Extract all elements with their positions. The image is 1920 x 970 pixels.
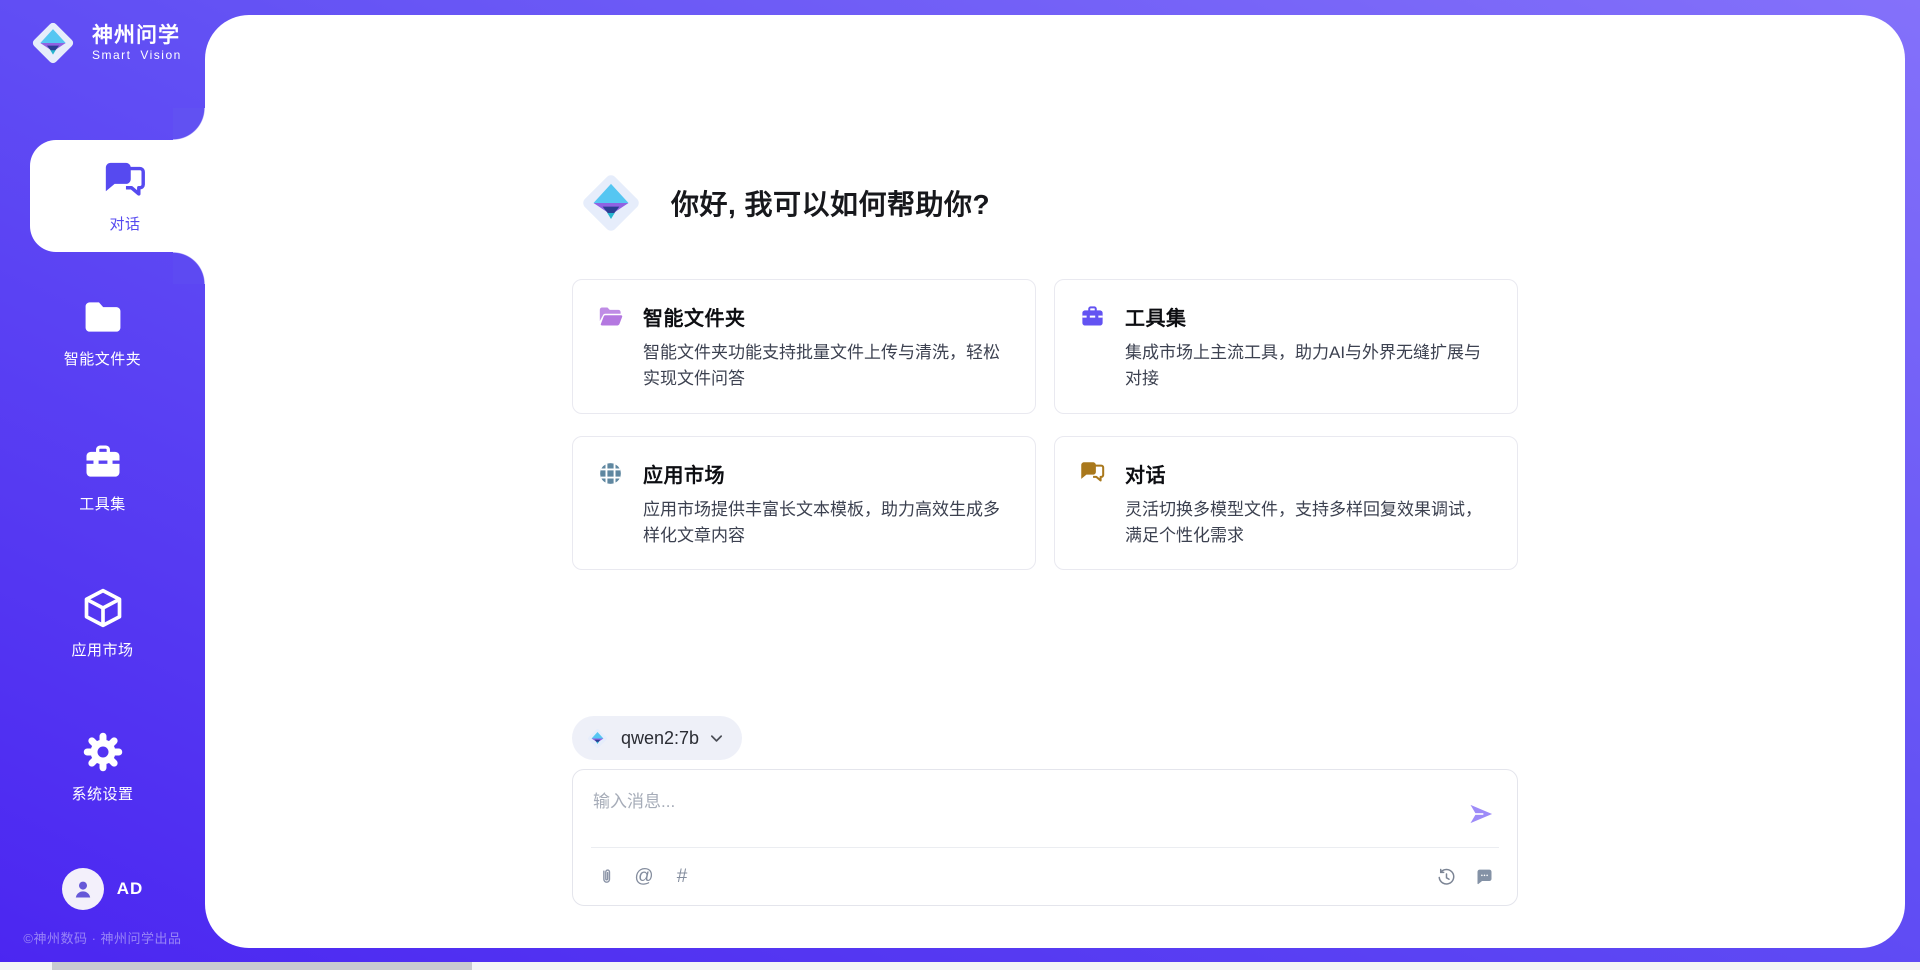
card-title: 工具集 xyxy=(1125,302,1187,331)
card-header: 智能文件夹 xyxy=(597,302,1011,331)
sidebar-item-toolset[interactable]: 工具集 xyxy=(0,440,205,514)
chat-bubble-icon xyxy=(1474,867,1495,888)
sidebar-item-label: 工具集 xyxy=(79,493,126,514)
card-description: 智能文件夹功能支持批量文件上传与清洗，轻松实现文件问答 xyxy=(597,340,1011,393)
feature-cards: 智能文件夹 智能文件夹功能支持批量文件上传与清洗，轻松实现文件问答 工具集 集成… xyxy=(572,279,1518,570)
main-content: 你好, 我可以如何帮助你? 智能文件夹 智能文件夹功能支持批量文件上传与清洗，轻… xyxy=(205,15,1905,948)
history-icon xyxy=(1436,867,1457,888)
paperclip-icon xyxy=(596,867,617,888)
app-window: 神州问学 Smart Vision 对话 智能文件夹 工具集 应用市场 系统设置 xyxy=(0,0,1920,970)
user-name: AD xyxy=(117,879,144,899)
folder-icon xyxy=(81,295,125,339)
brand-diamond-icon xyxy=(24,14,82,72)
hashtag-button[interactable]: # xyxy=(669,864,695,890)
hash-icon: # xyxy=(677,866,688,888)
card-title: 应用市场 xyxy=(643,459,725,488)
brand-logo: 神州问学 Smart Vision xyxy=(24,14,182,72)
model-diamond-icon xyxy=(584,725,611,752)
send-button[interactable] xyxy=(1467,800,1495,828)
card-title: 智能文件夹 xyxy=(643,302,746,331)
avatar xyxy=(62,868,104,910)
model-selector[interactable]: qwen2:7b xyxy=(572,716,742,760)
attach-file-button[interactable] xyxy=(593,864,619,890)
card-title: 对话 xyxy=(1125,459,1166,488)
assistant-diamond-icon xyxy=(571,163,651,243)
sidebar-item-label: 智能文件夹 xyxy=(64,348,142,369)
card-description: 集成市场上主流工具，助力AI与外界无缝扩展与对接 xyxy=(1079,340,1493,393)
brand-subtitle: Smart Vision xyxy=(92,48,182,62)
chat-icon xyxy=(102,159,148,205)
sidebar-item-label: 对话 xyxy=(109,213,140,234)
at-icon: @ xyxy=(634,866,653,888)
card-description: 灵活切换多模型文件，支持多样回复效果调试，满足个性化需求 xyxy=(1079,497,1493,550)
chat-icon xyxy=(1079,460,1106,487)
conversation-button[interactable] xyxy=(1471,864,1497,890)
send-icon xyxy=(1467,800,1495,828)
brand-text: 神州问学 Smart Vision xyxy=(92,24,182,62)
copyright-text: ©神州数码 · 神州问学出品 xyxy=(0,928,205,947)
toolbox-icon xyxy=(81,440,125,484)
message-input[interactable] xyxy=(573,770,1433,844)
welcome-greeting: 你好, 我可以如何帮助你? xyxy=(671,183,990,223)
sidebar-item-label: 应用市场 xyxy=(71,639,133,660)
welcome-header: 你好, 我可以如何帮助你? xyxy=(571,163,990,243)
card-header: 工具集 xyxy=(1079,302,1493,331)
person-icon xyxy=(71,877,95,901)
model-name: qwen2:7b xyxy=(621,728,699,749)
sidebar-item-settings[interactable]: 系统设置 xyxy=(0,730,205,804)
folder-open-icon xyxy=(597,303,624,330)
feature-card-smart-folder[interactable]: 智能文件夹 智能文件夹功能支持批量文件上传与清洗，轻松实现文件问答 xyxy=(572,279,1036,414)
toolbox-icon xyxy=(1079,303,1106,330)
message-composer: @ # xyxy=(572,769,1518,906)
brand-name: 神州问学 xyxy=(92,24,182,48)
sidebar-item-chat[interactable]: 对话 xyxy=(30,140,220,252)
cube-icon xyxy=(81,586,125,630)
card-header: 对话 xyxy=(1079,459,1493,488)
sidebar-item-smart-folder[interactable]: 智能文件夹 xyxy=(0,295,205,369)
scrollbar-thumb[interactable] xyxy=(52,962,472,970)
card-header: 应用市场 xyxy=(597,459,1011,488)
feature-card-app-market[interactable]: 应用市场 应用市场提供丰富长文本模板，助力高效生成多样化文章内容 xyxy=(572,436,1036,571)
composer-toolbar: @ # xyxy=(573,848,1517,906)
feature-card-chat[interactable]: 对话 灵活切换多模型文件，支持多样回复效果调试，满足个性化需求 xyxy=(1054,436,1518,571)
chevron-down-icon xyxy=(709,731,724,746)
sidebar: 神州问学 Smart Vision 对话 智能文件夹 工具集 应用市场 系统设置 xyxy=(0,0,205,970)
gear-icon xyxy=(81,730,125,774)
tab-curve-bottom xyxy=(173,252,205,284)
feature-card-toolset[interactable]: 工具集 集成市场上主流工具，助力AI与外界无缝扩展与对接 xyxy=(1054,279,1518,414)
card-description: 应用市场提供丰富长文本模板，助力高效生成多样化文章内容 xyxy=(597,497,1011,550)
history-button[interactable] xyxy=(1433,864,1459,890)
user-profile[interactable]: AD xyxy=(0,868,205,910)
tab-curve-top xyxy=(173,108,205,140)
sidebar-item-label: 系统设置 xyxy=(71,783,133,804)
grid-globe-icon xyxy=(597,460,624,487)
mention-button[interactable]: @ xyxy=(631,864,657,890)
sidebar-item-app-market[interactable]: 应用市场 xyxy=(0,586,205,660)
horizontal-scrollbar[interactable] xyxy=(0,962,1920,970)
